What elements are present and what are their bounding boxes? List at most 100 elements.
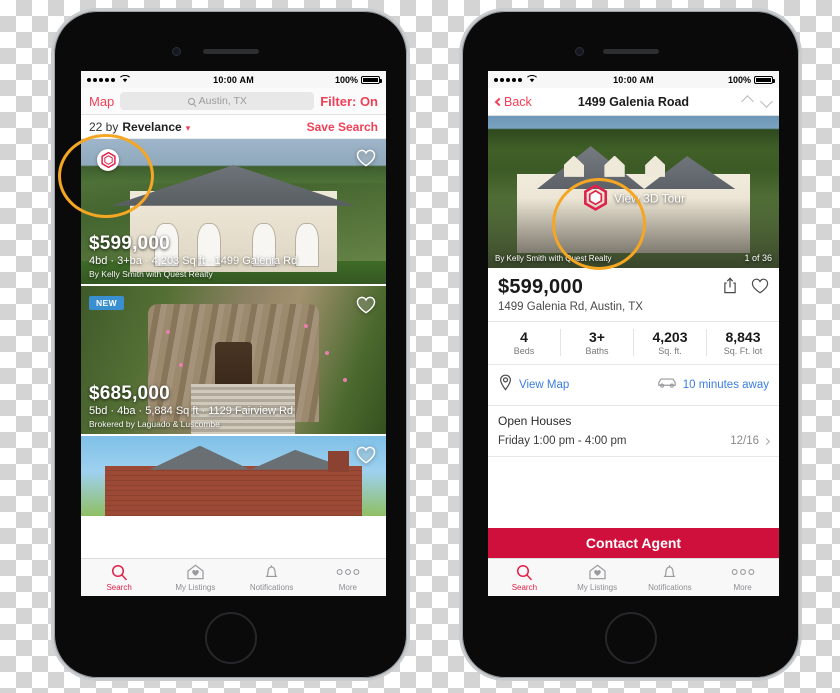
phone-device-right: 10:00 AM 100% Back 1499 Galenia Road Vie… <box>459 8 802 681</box>
earpiece-speaker <box>602 49 659 54</box>
view-map-button[interactable]: View Map <box>498 374 569 396</box>
listing-photo[interactable]: NEW $685,000 5bd · 4ba · 5,884 Sq ft · 1… <box>81 286 386 434</box>
stat-value: 4,203 <box>652 329 688 345</box>
favorite-heart-icon[interactable] <box>356 446 376 464</box>
property-stats: 4 Beds 3+ Baths 4,203 Sq. ft. 8,843 Sq. … <box>488 322 779 365</box>
photo-counter: 1 of 36 <box>744 253 772 263</box>
favorite-heart-icon[interactable] <box>356 149 376 167</box>
navigation-bar: Back 1499 Galenia Road <box>488 88 779 116</box>
chevron-right-icon <box>762 437 771 445</box>
favorite-heart-icon[interactable] <box>356 296 376 314</box>
open-house-schedule: Friday 1:00 pm - 4:00 pm <box>498 435 627 447</box>
screen-listing-detail: 10:00 AM 100% Back 1499 Galenia Road Vie… <box>488 71 779 596</box>
commute-time-button[interactable]: 10 minutes away <box>657 376 769 394</box>
open-houses-title: Open Houses <box>498 414 572 428</box>
phone-device-left: 10:00 AM 100% Map Austin, TX Filter: On … <box>51 8 410 681</box>
open-house-row[interactable]: Friday 1:00 pm - 4:00 pm 12/16 <box>498 435 771 447</box>
status-bar-left: 10:00 AM 100% <box>81 71 386 88</box>
tab-label: More <box>733 582 752 592</box>
photo-attribution: By Kelly Smith with Quest Realty <box>495 254 612 263</box>
listing-card[interactable]: $599,000 4bd · 3+ba · 4,203 Sq ft · 1499… <box>81 139 386 286</box>
favorite-heart-icon[interactable] <box>751 278 769 299</box>
stat-lot-size: 8,843 Sq. Ft. lot <box>707 329 779 356</box>
ellipsis-icon <box>335 564 361 581</box>
result-count-label: 22 by <box>89 119 119 134</box>
bell-icon <box>662 564 677 581</box>
battery-status: 100% <box>282 74 383 85</box>
tab-label: More <box>338 582 357 592</box>
magnifier-icon <box>516 564 533 581</box>
tab-label: Notifications <box>648 582 692 592</box>
house-heart-icon <box>588 564 607 581</box>
status-bar-right: 10:00 AM 100% <box>488 71 779 88</box>
tab-my-listings[interactable]: My Listings <box>157 564 233 592</box>
listing-pager[interactable] <box>741 95 773 108</box>
listing-card[interactable]: NEW $685,000 5bd · 4ba · 5,884 Sq ft · 1… <box>81 286 386 436</box>
save-search-button[interactable]: Save Search <box>307 120 378 134</box>
listing-price: $685,000 <box>89 383 170 405</box>
tab-my-listings[interactable]: My Listings <box>561 564 634 592</box>
house-heart-icon <box>186 564 205 581</box>
stat-label: Sq. Ft. lot <box>723 346 763 356</box>
open-houses-section: Open Houses Friday 1:00 pm - 4:00 pm 12/… <box>488 406 779 457</box>
map-toggle-button[interactable]: Map <box>89 94 114 109</box>
share-icon[interactable] <box>723 277 737 299</box>
stat-value: 4 <box>520 329 528 345</box>
stat-value: 8,843 <box>725 329 761 345</box>
search-input[interactable]: Austin, TX <box>120 92 315 110</box>
listing-scroll-area[interactable]: $599,000 4bd · 3+ba · 4,203 Sq ft · 1499… <box>81 139 386 558</box>
battery-percent: 100% <box>727 74 751 85</box>
battery-percent: 100% <box>334 74 359 85</box>
3d-tour-badge[interactable] <box>97 149 119 171</box>
search-header: Map Austin, TX Filter: On <box>81 88 386 115</box>
map-commute-row: View Map 10 minutes away <box>488 365 779 406</box>
screen-search-results: 10:00 AM 100% Map Austin, TX Filter: On … <box>81 71 386 596</box>
listing-card[interactable] <box>81 436 386 518</box>
listing-photo[interactable]: $599,000 4bd · 3+ba · 4,203 Sq ft · 1499… <box>81 139 386 284</box>
listing-info: $599,000 4bd · 3+ba · 4,203 Sq ft · 1499… <box>81 234 386 284</box>
view-3d-tour-button[interactable]: View 3D Tour <box>582 184 685 213</box>
contact-agent-button[interactable]: Contact Agent <box>488 528 779 558</box>
listing-specs: 5bd · 4ba · 5,884 Sq ft · 1129 Fairview … <box>89 405 294 417</box>
detail-address: 1499 Galenia Rd, Austin, TX <box>498 301 643 313</box>
tab-label: Notifications <box>249 582 294 592</box>
chevron-left-icon <box>494 97 504 106</box>
open-house-date-group: 12/16 <box>730 435 771 447</box>
signal-strength <box>494 74 587 85</box>
wifi-icon <box>527 74 537 85</box>
stat-beds: 4 Beds <box>488 329 561 356</box>
stat-label: Beds <box>513 346 535 356</box>
listing-photo[interactable] <box>81 436 386 516</box>
listing-broker: By Kelly Smith with Quest Realty <box>89 269 213 279</box>
listing-info: $685,000 5bd · 4ba · 5,884 Sq ft · 1129 … <box>81 384 386 434</box>
search-input-value: Austin, TX <box>198 95 247 107</box>
home-button-right[interactable] <box>604 612 657 664</box>
result-count-sort[interactable]: 22 by Revelance ▾ <box>89 120 190 134</box>
tab-notifications[interactable]: Notifications <box>234 564 310 592</box>
wifi-icon <box>120 74 130 85</box>
chevron-down-icon: ▾ <box>185 122 191 133</box>
stat-baths: 3+ Baths <box>561 329 634 356</box>
3d-cube-icon <box>100 152 116 168</box>
tab-notifications[interactable]: Notifications <box>634 564 707 592</box>
hero-photo[interactable]: View 3D Tour By Kelly Smith with Quest R… <box>488 116 779 268</box>
listing-price: $599,000 <box>89 233 170 255</box>
3d-cube-icon <box>582 184 608 213</box>
open-house-date: 12/16 <box>730 435 759 447</box>
tab-label: Search <box>511 582 538 592</box>
filter-button[interactable]: Filter: On <box>320 94 378 109</box>
front-camera <box>575 47 584 56</box>
tab-more[interactable]: More <box>706 564 779 592</box>
earpiece-speaker <box>202 49 259 54</box>
tab-search[interactable]: Search <box>488 564 561 592</box>
tab-label: My Listings <box>175 582 216 592</box>
stat-sqft: 4,203 Sq. ft. <box>634 329 707 356</box>
status-time: 10:00 AM <box>613 74 654 85</box>
back-button[interactable]: Back <box>494 95 532 109</box>
chevron-up-icon[interactable] <box>741 95 754 108</box>
chevron-down-icon[interactable] <box>760 95 773 108</box>
battery-icon <box>361 75 383 84</box>
tab-search[interactable]: Search <box>81 564 157 592</box>
home-button-left[interactable] <box>204 612 257 664</box>
tab-more[interactable]: More <box>310 564 386 592</box>
